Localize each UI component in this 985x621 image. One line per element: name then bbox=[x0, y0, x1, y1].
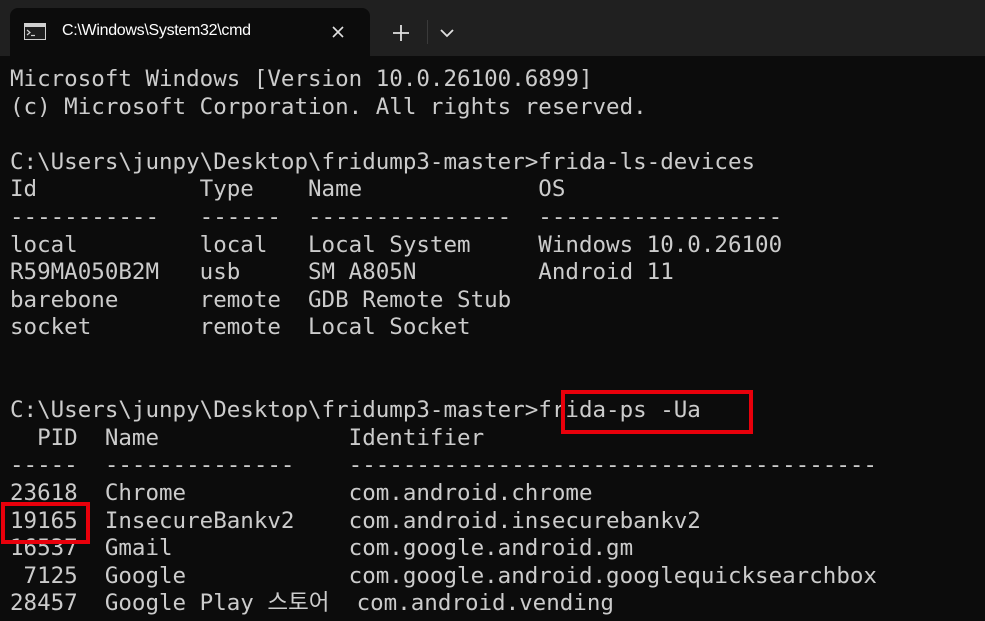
terminal-line: barebone remote GDB Remote Stub bbox=[10, 286, 512, 313]
terminal-line: R59MA050B2M usb SM A805N Android 11 bbox=[10, 259, 674, 286]
terminal-line: 7125 Google com.google.android.googlequi… bbox=[10, 562, 877, 589]
terminal-line: local local Local System Windows 10.0.26… bbox=[10, 231, 783, 258]
tab-cmd[interactable]: C:\Windows\System32\cmd bbox=[10, 8, 370, 56]
terminal-line: ----------- ------ --------------- -----… bbox=[10, 203, 783, 230]
terminal-lines: Microsoft Windows [Version 10.0.26100.68… bbox=[10, 66, 877, 618]
terminal-line: Id Type Name OS bbox=[10, 176, 566, 203]
terminal-output[interactable]: Microsoft Windows [Version 10.0.26100.68… bbox=[0, 56, 985, 621]
plus-icon bbox=[393, 25, 409, 41]
tab-title: C:\Windows\System32\cmd bbox=[62, 22, 251, 39]
terminal-line: Microsoft Windows [Version 10.0.26100.68… bbox=[10, 66, 593, 92]
terminal-line: ----- -------------- -------------------… bbox=[10, 452, 877, 479]
terminal-line: 23618 Chrome com.android.chrome bbox=[10, 479, 593, 506]
terminal-line: C:\Users\junpy\Desktop\fridump3-master>f… bbox=[10, 148, 756, 175]
close-icon[interactable] bbox=[326, 20, 350, 44]
terminal-line: (c) Microsoft Corporation. All rights re… bbox=[10, 93, 647, 120]
new-tab-button[interactable] bbox=[384, 18, 418, 48]
terminal-line: 28457 Google Play 스토어 com.android.vendin… bbox=[10, 590, 614, 617]
tab-dropdown-button[interactable] bbox=[432, 18, 462, 48]
tab-bar: C:\Windows\System32\cmd bbox=[0, 0, 985, 56]
pid-highlight-box bbox=[1, 502, 90, 544]
terminal-window: C:\Windows\System32\cmd Microsoft Window… bbox=[0, 0, 985, 621]
terminal-line: 16537 Gmail com.google.android.gm bbox=[10, 535, 634, 562]
terminal-line: socket remote Local Socket bbox=[10, 314, 471, 341]
command-highlight-box bbox=[561, 390, 753, 434]
terminal-line: 19165 InsecureBankv2 com.android.insecur… bbox=[10, 507, 701, 534]
tab-divider bbox=[427, 20, 428, 44]
chevron-down-icon bbox=[440, 29, 454, 38]
terminal-icon bbox=[24, 23, 46, 40]
